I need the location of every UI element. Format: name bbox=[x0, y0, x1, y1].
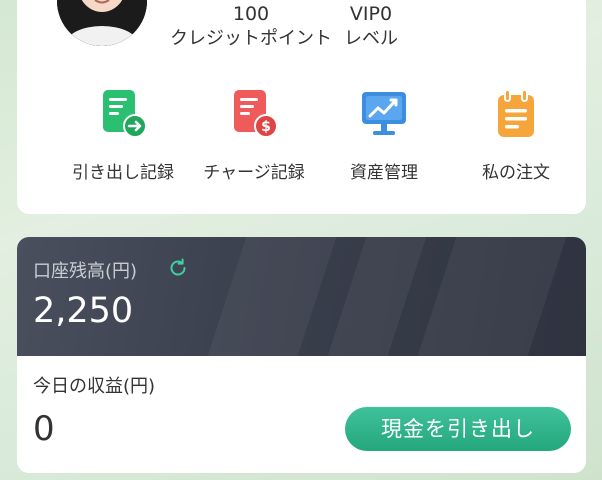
panel-decoration bbox=[207, 237, 337, 356]
asset-management-button[interactable]: 資産管理 bbox=[319, 88, 449, 183]
withdraw-record-button[interactable]: 引き出し記録 bbox=[58, 88, 188, 183]
profile-card: 100 クレジットポイント VIP0 レベル 引き出し記録 $ チャージ記録 資… bbox=[17, 0, 586, 214]
my-orders-button[interactable]: 私の注文 bbox=[451, 88, 581, 183]
withdraw-record-icon bbox=[103, 90, 147, 138]
account-balance-value: 2,250 bbox=[33, 291, 134, 331]
charge-record-label: チャージ記録 bbox=[203, 163, 305, 183]
avatar[interactable] bbox=[57, 0, 147, 46]
charge-record-icon: $ bbox=[234, 90, 278, 138]
today-earnings-value: 0 bbox=[33, 409, 55, 449]
my-orders-icon bbox=[498, 89, 534, 137]
panel-decoration bbox=[327, 237, 427, 356]
vip-level-label: レベル bbox=[344, 28, 398, 49]
svg-text:$: $ bbox=[261, 119, 271, 135]
panel-decoration bbox=[417, 237, 567, 356]
asset-management-label: 資産管理 bbox=[350, 163, 418, 183]
charge-record-button[interactable]: $ チャージ記録 bbox=[189, 88, 319, 183]
credit-points-label: クレジットポイント bbox=[170, 28, 332, 49]
credit-points-stat: 100 クレジットポイント bbox=[167, 2, 335, 52]
refresh-icon[interactable] bbox=[167, 257, 189, 279]
avatar-illustration bbox=[57, 0, 147, 46]
withdraw-cash-button[interactable]: 現金を引き出し bbox=[345, 407, 571, 451]
vip-level-value: VIP0 bbox=[349, 3, 393, 25]
withdraw-record-label: 引き出し記録 bbox=[72, 163, 174, 183]
account-balance-label: 口座残高(円) bbox=[33, 261, 138, 282]
asset-management-icon bbox=[362, 92, 406, 135]
my-orders-label: 私の注文 bbox=[482, 163, 550, 183]
vip-level-stat: VIP0 レベル bbox=[339, 2, 403, 52]
balance-card: 口座残高(円) 2,250 今日の収益(円) 0 現金を引き出し bbox=[17, 237, 586, 473]
credit-points-value: 100 bbox=[232, 3, 270, 25]
today-earnings-label: 今日の収益(円) bbox=[33, 376, 156, 397]
account-balance-panel: 口座残高(円) 2,250 bbox=[17, 237, 586, 356]
